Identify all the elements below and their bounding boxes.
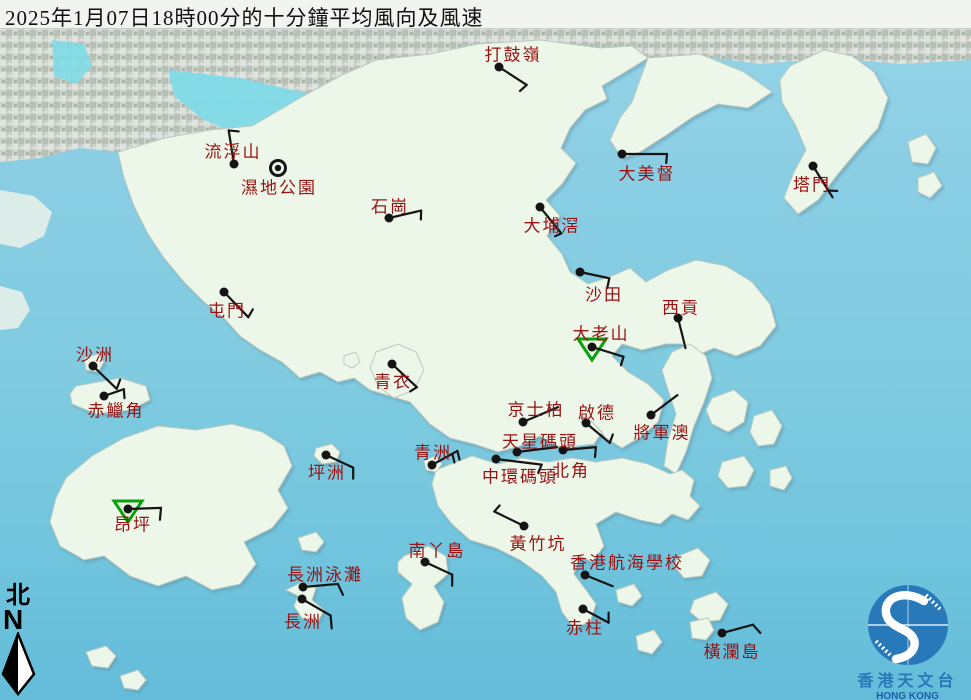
station-dot <box>617 149 627 159</box>
map-title: 2025年1月07日18時00分的十分鐘平均風向及風速 <box>5 6 484 30</box>
wind-barb-shaft <box>584 421 611 445</box>
station-label-tuen-mun: 屯門 <box>208 301 246 321</box>
station-label-star-ferry-pier: 天星碼頭 <box>502 432 578 452</box>
station-lamma-island <box>420 557 454 587</box>
station-label-tseung-kwan-o: 將軍澳 <box>633 423 691 443</box>
wind-barb-feather <box>751 623 762 634</box>
station-dot <box>808 161 818 171</box>
station-tseung-kwan-o <box>646 394 679 420</box>
wind-barb-shaft <box>497 65 528 87</box>
station-label-tap-mun: 塔門 <box>793 175 831 195</box>
station-label-lau-fau-shan: 流浮山 <box>204 142 262 162</box>
wind-barb-shaft <box>493 510 526 528</box>
station-label-tsing-yi: 青衣 <box>374 372 412 392</box>
station-label-tai-po-kau: 大埔滘 <box>523 216 581 236</box>
wind-barb-feather <box>336 582 345 596</box>
wind-barb-shaft <box>578 270 611 280</box>
station-waglan-island <box>717 623 762 638</box>
wind-barb-feather <box>456 449 461 461</box>
station-label-stanley: 赤柱 <box>566 618 604 638</box>
station-label-ngong-ping: 昂坪 <box>114 515 152 535</box>
station-wong-chuk-hang <box>493 504 529 531</box>
wind-barb-shaft <box>676 316 687 350</box>
station-label-sha-tin: 沙田 <box>585 285 623 305</box>
hko-logo-english: HONG KONG OBSERVATORY <box>876 691 939 700</box>
station-sha-chau <box>88 361 122 391</box>
station-label-chek-lap-kok: 赤鱲角 <box>87 401 145 421</box>
wind-barb-feather <box>158 506 163 521</box>
station-label-sha-chau: 沙洲 <box>76 345 114 365</box>
wind-barb-shaft <box>91 364 118 391</box>
hko-logo-icon <box>867 585 948 665</box>
station-label-tates-cairn: 大老山 <box>572 324 630 344</box>
station-label-kai-tak: 啟德 <box>578 403 616 423</box>
station-label-hk-sea-school: 香港航海學校 <box>570 553 684 573</box>
station-label-green-island: 青洲 <box>414 443 452 463</box>
station-label-lamma-island: 南丫島 <box>408 541 466 561</box>
wind-barb-feather <box>518 83 528 93</box>
station-label-peng-chau: 坪洲 <box>308 463 346 483</box>
station-label-ta-kwu-ling: 打鼓嶺 <box>484 45 542 65</box>
station-label-central-pier: 中環碼頭 <box>482 467 558 487</box>
north-arrow-icon <box>1 630 36 697</box>
hko-logo-chinese: 香港天文台 <box>857 673 958 690</box>
station-label-kings-park: 京士柏 <box>507 400 565 420</box>
station-dot <box>297 594 307 604</box>
station-label-wetland-park: 濕地公園 <box>241 178 317 198</box>
wind-barb-shaft <box>649 394 679 417</box>
station-dot <box>578 604 588 614</box>
wind-barbs-layer <box>88 62 839 638</box>
station-dot <box>717 628 727 638</box>
map-title-bar: 2025年1月07日18時00分的十分鐘平均風向及風速 <box>0 0 971 30</box>
wind-barb-shaft <box>126 506 163 511</box>
wind-barb-feather <box>451 452 456 464</box>
station-label-wong-chuk-hang: 黃竹坑 <box>509 534 567 554</box>
wind-barb-feather <box>593 446 597 459</box>
station-ta-kwu-ling <box>494 62 528 93</box>
station-label-cheung-chau-beach: 長洲泳灘 <box>287 565 363 585</box>
compass-north: 北 N <box>0 584 44 700</box>
wind-barb-feather <box>619 355 625 367</box>
hko-logo: 香港天文台 HONG KONG OBSERVATORY <box>844 582 971 700</box>
wind-barb-feather <box>608 433 614 445</box>
wind-barb-feather <box>247 308 254 319</box>
station-label-north-point: 北角 <box>552 461 590 481</box>
compass-north-letter: N <box>3 604 24 635</box>
station-sai-kung <box>673 313 687 350</box>
station-dot <box>219 287 229 297</box>
calm-wind-center <box>274 164 282 172</box>
wind-barb-feather <box>493 504 501 513</box>
wind-barb-feather <box>227 129 240 133</box>
wind-barb-shaft <box>423 560 454 576</box>
station-dot <box>575 267 585 277</box>
wind-map-screen: 打鼓嶺流浮山濕地公園石崗 大美督塔門大埔滘沙田西貢大老山 屯門沙洲赤鱲角 青衣京士柏啟… <box>0 0 971 700</box>
wind-barb-shaft <box>720 623 755 635</box>
wind-barb-feather <box>115 378 122 391</box>
station-dot <box>535 202 545 212</box>
station-label-shek-kong: 石崗 <box>371 197 409 217</box>
station-label-waglan-island: 橫瀾島 <box>703 642 761 662</box>
station-label-cheung-chau: 長洲 <box>284 612 322 632</box>
station-label-sai-kung: 西貢 <box>662 298 700 318</box>
station-label-tai-mei-tuk: 大美督 <box>618 164 676 184</box>
wind-barb-feather <box>329 614 333 630</box>
